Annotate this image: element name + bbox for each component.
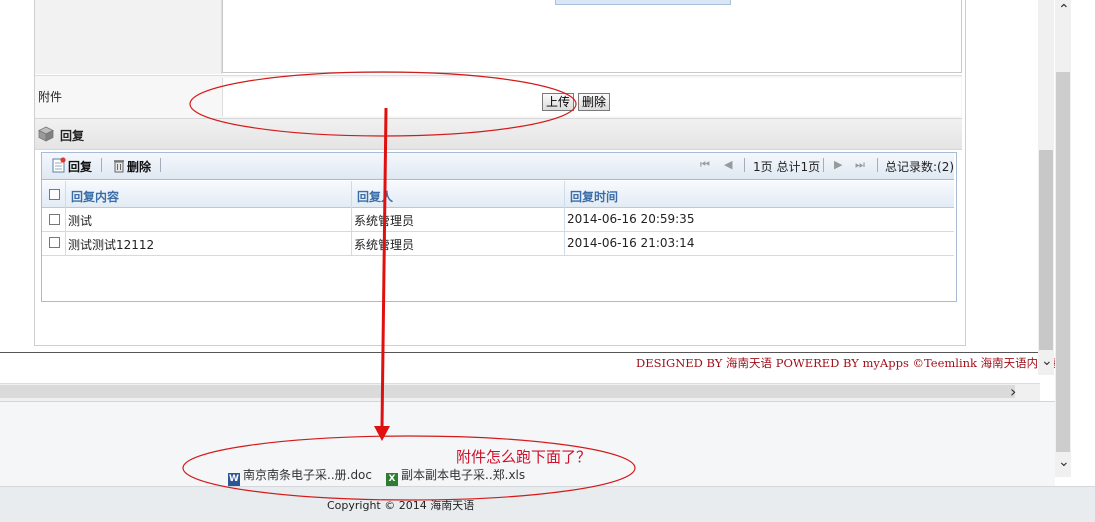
annotation-arrow-line [380, 107, 388, 429]
annotation-text: 附件怎么跑下面了？ [456, 448, 592, 466]
annotation-arrow-head [374, 426, 390, 441]
annotation-overlay [182, 71, 636, 501]
annotation-ellipse-top [189, 71, 577, 137]
